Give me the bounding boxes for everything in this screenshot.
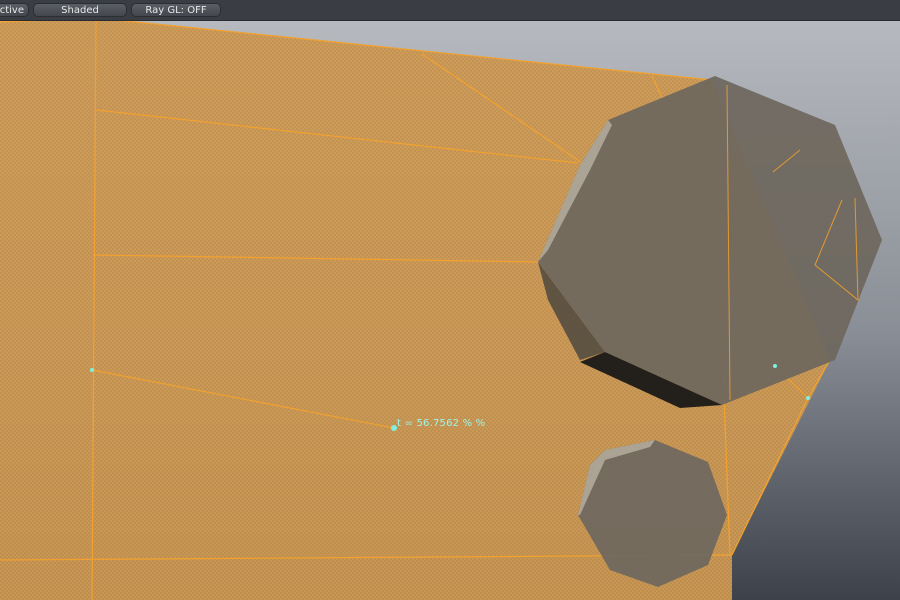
edge-point-b[interactable] xyxy=(806,396,810,400)
shading-mode-button[interactable]: Shaded xyxy=(33,3,127,17)
3d-viewport[interactable]: t = 56.7562 % % ctive Shaded Ray GL: OFF xyxy=(0,0,900,600)
ray-gl-toggle-button[interactable]: Ray GL: OFF xyxy=(131,3,221,17)
edge-point-a[interactable] xyxy=(773,364,777,368)
measure-readout: t = 56.7562 % % xyxy=(397,418,486,429)
viewport-toolbar: ctive Shaded Ray GL: OFF xyxy=(0,0,900,21)
viewport-scene[interactable] xyxy=(0,0,900,600)
measure-start-point[interactable] xyxy=(90,368,94,372)
view-mode-button[interactable]: ctive xyxy=(0,3,29,17)
